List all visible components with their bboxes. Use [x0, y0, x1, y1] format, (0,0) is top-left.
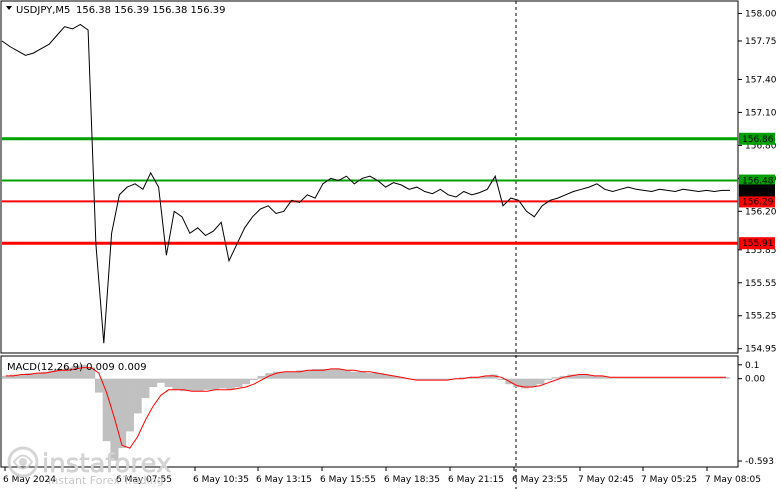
macd-bar	[280, 371, 289, 379]
macd-bar	[226, 378, 235, 390]
price-tick-label: 157.40	[745, 75, 777, 85]
price-tick-label: 154.95	[745, 345, 777, 355]
macd-bar	[187, 378, 196, 392]
macd-axis: 0.1 0.00 -0.593	[738, 361, 774, 467]
time-tick-label: 7 May 05:25	[641, 475, 697, 485]
macd-bar	[342, 370, 351, 379]
price-tick-label: 155.55	[745, 279, 777, 289]
macd-bar	[536, 378, 545, 385]
macd-bar	[211, 378, 220, 390]
price-tick-label: 157.75	[745, 37, 777, 47]
time-tick-label: 6 May 15:55	[320, 475, 376, 485]
price-tick-label: 157.10	[745, 108, 777, 118]
macd-tick-label: 0.00	[745, 375, 765, 385]
macd-bar	[125, 378, 134, 432]
macd-bar	[528, 378, 537, 387]
macd-bar	[141, 378, 150, 399]
macd-bar	[172, 378, 181, 390]
macd-bar	[242, 378, 251, 385]
level-label: 155.91	[742, 239, 774, 249]
time-tick-label: 7 May 08:05	[705, 475, 761, 485]
macd-bar	[551, 377, 560, 379]
time-tick-label: 6 May 21:15	[448, 475, 504, 485]
macd-bar	[544, 378, 553, 381]
macd-bar	[195, 378, 204, 392]
time-tick-label: 6 May 23:55	[512, 475, 568, 485]
macd-bar	[149, 378, 158, 387]
macd-bar	[288, 371, 297, 379]
price-tick-label: 155.25	[745, 312, 777, 322]
time-tick-label: 6 May 18:35	[384, 475, 440, 485]
macd-bar	[203, 378, 212, 390]
macd-label: MACD(12,26,9) 0.009 0.009	[7, 362, 147, 373]
symbol-label[interactable]: USDJPY,M5	[16, 5, 70, 16]
macd-tick-label: 0.1	[745, 361, 759, 371]
macd-bar	[249, 378, 258, 381]
macd-bar	[164, 378, 173, 387]
watermark-tagline: Instant Forex Trading	[48, 474, 164, 487]
ohlc-values: 156.38 156.39 156.38 156.39	[76, 5, 226, 16]
time-tick-label: 6 May 13:15	[256, 475, 312, 485]
macd-bar	[304, 370, 313, 379]
price-tick-label: 158.00	[745, 9, 777, 19]
chart-root: 158.00157.75157.40157.10156.80156.50156.…	[0, 0, 777, 489]
macd-bar	[133, 378, 142, 414]
macd-bar	[156, 378, 165, 383]
time-tick-label: 6 May 10:35	[193, 475, 249, 485]
macd-bar	[180, 378, 189, 392]
level-label: 156.29	[742, 197, 774, 207]
macd-bar	[335, 368, 344, 379]
current-price-label: 156.39	[742, 186, 774, 196]
macd-bar	[327, 368, 336, 379]
macd-bar	[102, 378, 111, 442]
macd-bar	[218, 378, 227, 389]
price-tick-label: 156.20	[745, 207, 777, 217]
level-label: 156.86	[742, 135, 774, 145]
time-tick-label: 7 May 02:45	[578, 475, 634, 485]
macd-bar	[358, 371, 367, 379]
macd-bar	[366, 373, 375, 379]
macd-bar	[350, 371, 359, 379]
macd-bar	[234, 378, 243, 387]
price-panel	[0, 0, 739, 354]
macd-tick-label: -0.593	[745, 457, 774, 467]
